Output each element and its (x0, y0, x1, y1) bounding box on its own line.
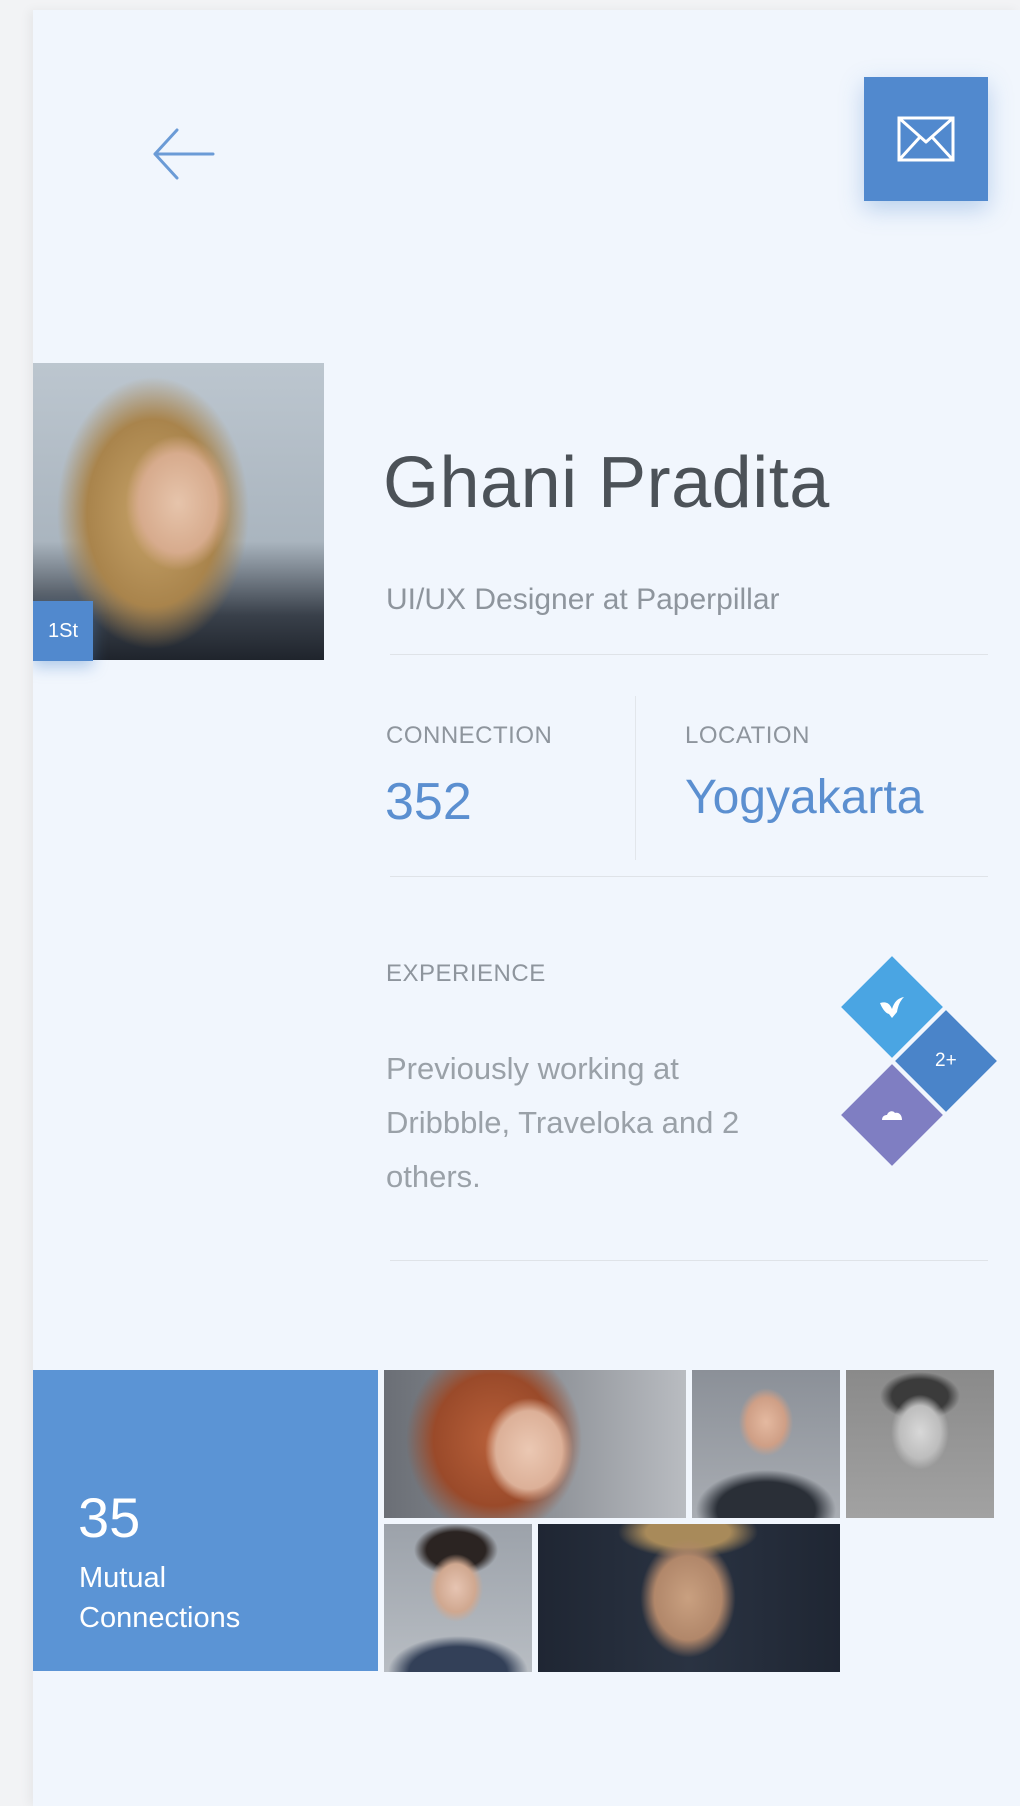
company-logos[interactable]: 2+ (833, 956, 1013, 1186)
connection-degree-badge: 1St (33, 601, 93, 661)
divider (390, 876, 988, 877)
mutual-connection-avatar[interactable] (692, 1370, 840, 1518)
connection-count[interactable]: 352 (385, 772, 472, 832)
divider (390, 1260, 988, 1261)
message-button[interactable] (864, 77, 988, 201)
profile-headline: UI/UX Designer at Paperpillar (386, 583, 780, 616)
arrow-left-icon (153, 128, 215, 180)
back-button[interactable] (119, 114, 219, 194)
bird-icon (880, 997, 904, 1018)
more-companies-count: 2+ (935, 1049, 957, 1071)
mutual-connection-avatar[interactable] (384, 1524, 532, 1672)
profile-screen: 1St Ghani Pradita UI/UX Designer at Pape… (33, 10, 1020, 1806)
mutual-label: Mutual Connections (79, 1562, 241, 1634)
location-label: LOCATION (685, 722, 810, 749)
profile-name: Ghani Pradita (383, 443, 830, 523)
envelope-icon (897, 116, 955, 162)
location-value: Yogyakarta (685, 771, 924, 824)
mutual-connections-card[interactable]: 35 Mutual Connections (33, 1370, 378, 1671)
experience-label: EXPERIENCE (386, 960, 546, 987)
connection-label: CONNECTION (386, 722, 553, 749)
divider (390, 654, 988, 655)
mutual-connection-avatar[interactable] (538, 1524, 840, 1672)
mutual-connection-avatar[interactable] (384, 1370, 686, 1518)
experience-text: Previously working at Dribbble, Travelok… (386, 1051, 740, 1194)
stat-divider (635, 696, 636, 860)
mutual-count: 35 (78, 1486, 141, 1549)
mutual-connection-avatar[interactable] (846, 1370, 994, 1518)
cloud-icon (882, 1111, 902, 1120)
